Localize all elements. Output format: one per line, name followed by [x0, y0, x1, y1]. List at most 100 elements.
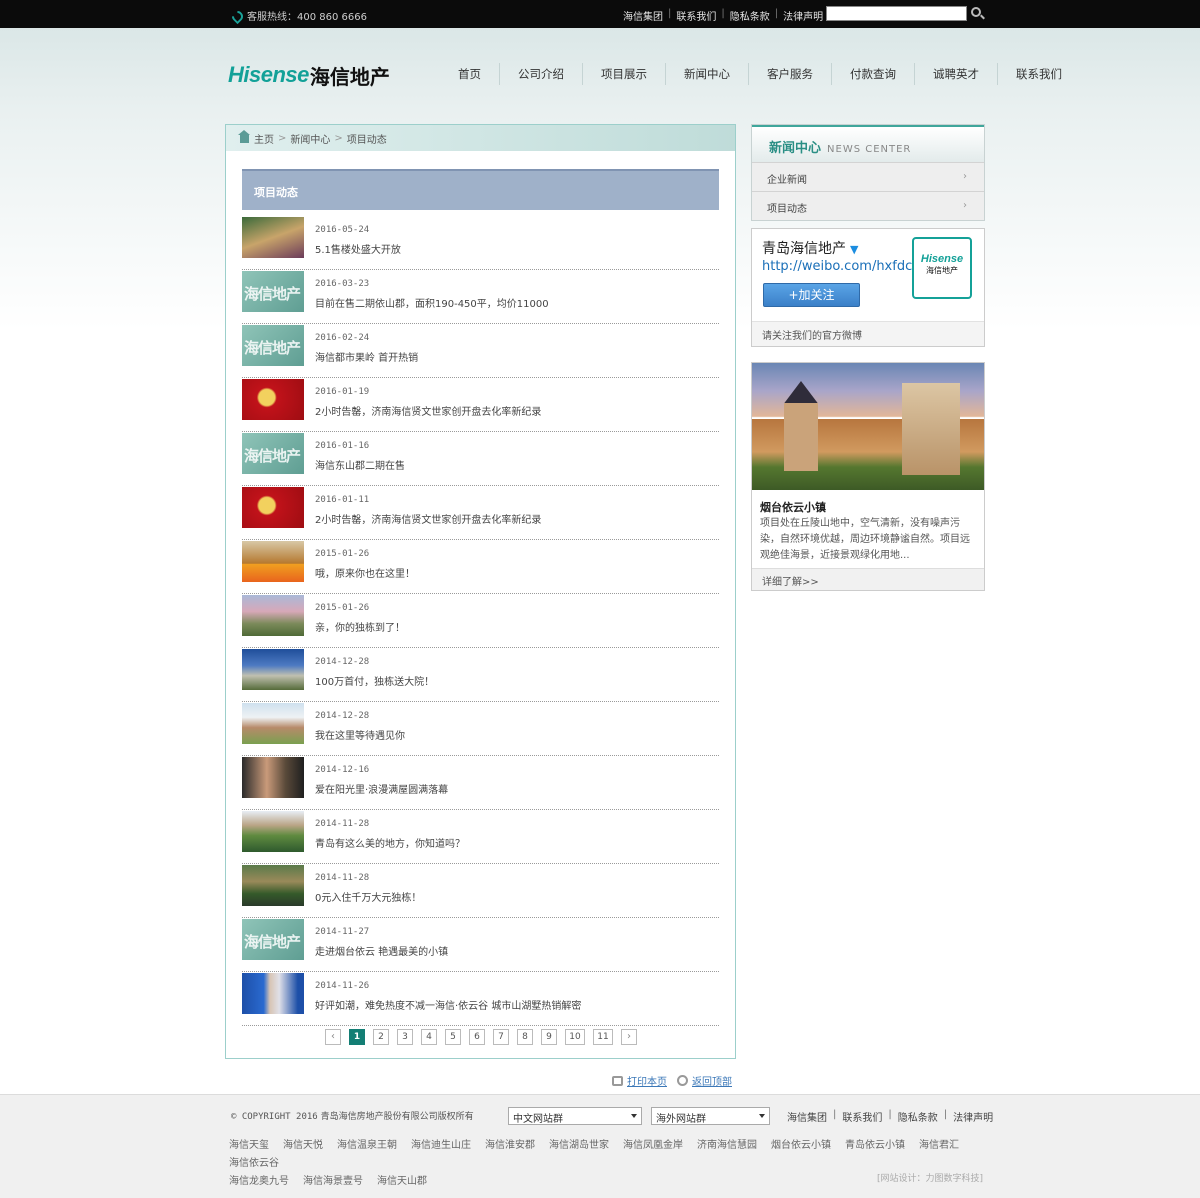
news-title-link[interactable]: 100万首付，独栋送大院！: [315, 673, 434, 688]
news-thumbnail[interactable]: [242, 973, 304, 1014]
follow-button[interactable]: +加关注: [763, 283, 860, 307]
news-row[interactable]: 2016-01-19 2小时告罄，济南海信贤文世家创开盘去化率新纪录: [242, 378, 719, 432]
news-thumbnail[interactable]: [242, 757, 304, 798]
news-row[interactable]: 2015-01-26 哦，原来你也在这里！: [242, 540, 719, 594]
news-title-link[interactable]: 爱在阳光里·浪漫满屋圆满落幕: [315, 781, 448, 796]
pager-page-3[interactable]: 3: [397, 1029, 413, 1045]
footer-link-group[interactable]: 海信集团: [787, 1109, 827, 1124]
news-thumbnail[interactable]: [242, 271, 304, 312]
top-link-group[interactable]: 海信集团: [623, 8, 663, 23]
news-row[interactable]: 2014-12-16 爱在阳光里·浪漫满屋圆满落幕: [242, 756, 719, 810]
chinese-sites-select[interactable]: 中文网站群: [508, 1107, 642, 1125]
pager-prev-button[interactable]: ‹: [325, 1029, 341, 1045]
news-title-link[interactable]: 哦，原来你也在这里！: [315, 565, 415, 580]
sidebar-item-company-news[interactable]: 企业新闻 ›: [752, 162, 984, 191]
news-thumbnail[interactable]: [242, 541, 304, 582]
sidebar-item-project-news[interactable]: 项目动态 ›: [752, 191, 984, 220]
project-link[interactable]: 海信温泉王朝: [337, 1140, 397, 1151]
project-link[interactable]: 海信凤凰金岸: [623, 1140, 683, 1151]
footer-link-contact[interactable]: 联系我们: [842, 1109, 882, 1124]
footer-link-legal[interactable]: 法律声明: [953, 1109, 993, 1124]
nav-news[interactable]: 新闻中心: [665, 63, 748, 85]
news-title-link[interactable]: 5.1售楼处盛大开放: [315, 241, 401, 256]
news-thumbnail[interactable]: [242, 379, 304, 420]
news-row[interactable]: 2015-01-26 亲，你的独栋到了！: [242, 594, 719, 648]
site-logo[interactable]: Hisense 海信地产: [228, 60, 390, 90]
project-link[interactable]: 海信君汇: [919, 1140, 959, 1151]
weibo-avatar[interactable]: Hisense 海信地产: [912, 237, 972, 299]
news-thumbnail[interactable]: [242, 865, 304, 906]
top-link-contact[interactable]: 联系我们: [676, 8, 716, 23]
news-row[interactable]: 2014-11-27 走进烟台依云 艳遇最美的小镇: [242, 918, 719, 972]
news-title-link[interactable]: 海信东山郡二期在售: [315, 457, 405, 472]
pager-page-1[interactable]: 1: [349, 1029, 365, 1045]
nav-projects[interactable]: 项目展示: [582, 63, 665, 85]
project-link[interactable]: 海信龙奥九号: [229, 1176, 289, 1187]
news-thumbnail[interactable]: [242, 703, 304, 744]
news-title-link[interactable]: 2小时告罄，济南海信贤文世家创开盘去化率新纪录: [315, 403, 541, 418]
pager-page-8[interactable]: 8: [517, 1029, 533, 1045]
project-link[interactable]: 海信天玺: [229, 1140, 269, 1151]
search-input[interactable]: [826, 6, 967, 21]
breadcrumb-current[interactable]: 项目动态: [347, 131, 387, 146]
nav-payment[interactable]: 付款查询: [831, 63, 914, 85]
pager-page-4[interactable]: 4: [421, 1029, 437, 1045]
news-row[interactable]: 2014-11-26 好评如潮，难免热度不减一海信·依云谷 城市山湖墅热销解密: [242, 972, 719, 1026]
news-thumbnail[interactable]: [242, 217, 304, 258]
news-title-link[interactable]: 海信都市果岭 首开热销: [315, 349, 418, 364]
news-thumbnail[interactable]: [242, 649, 304, 690]
weibo-account[interactable]: 青岛海信地产 ▼: [762, 238, 858, 258]
project-link[interactable]: 海信依云谷: [229, 1158, 279, 1169]
project-link[interactable]: 海信海景壹号: [303, 1176, 363, 1187]
pager-page-6[interactable]: 6: [469, 1029, 485, 1045]
breadcrumb-news[interactable]: 新闻中心: [290, 131, 330, 146]
news-title-link[interactable]: 我在这里等待遇见你: [315, 727, 405, 742]
pager-page-9[interactable]: 9: [541, 1029, 557, 1045]
news-row[interactable]: 2016-01-16 海信东山郡二期在售: [242, 432, 719, 486]
news-title-link[interactable]: 走进烟台依云 艳遇最美的小镇: [315, 943, 448, 958]
nav-home[interactable]: 首页: [440, 63, 499, 85]
news-thumbnail[interactable]: [242, 811, 304, 852]
news-title-link[interactable]: 青岛有这么美的地方，你知道吗？: [315, 835, 465, 850]
pager-page-7[interactable]: 7: [493, 1029, 509, 1045]
news-row[interactable]: 2014-12-28 我在这里等待遇见你: [242, 702, 719, 756]
news-thumbnail[interactable]: [242, 595, 304, 636]
project-more-link[interactable]: 详细了解>>: [752, 568, 984, 590]
back-to-top-link[interactable]: 返回顶部: [677, 1073, 732, 1088]
pager-next-button[interactable]: ›: [621, 1029, 637, 1045]
top-link-privacy[interactable]: 隐私条款: [730, 8, 770, 23]
pager-page-10[interactable]: 10: [565, 1029, 585, 1045]
project-link[interactable]: 海信天山郡: [377, 1176, 427, 1187]
project-link[interactable]: 济南海信慧园: [697, 1140, 757, 1151]
pager-page-2[interactable]: 2: [373, 1029, 389, 1045]
news-row[interactable]: 2016-01-11 2小时告罄，济南海信贤文世家创开盘去化率新纪录: [242, 486, 719, 540]
nav-careers[interactable]: 诚聘英才: [914, 63, 997, 85]
news-thumbnail[interactable]: [242, 433, 304, 474]
search-icon[interactable]: [971, 7, 981, 17]
project-link[interactable]: 海信天悦: [283, 1140, 323, 1151]
nav-service[interactable]: 客户服务: [748, 63, 831, 85]
news-row[interactable]: 2016-05-24 5.1售楼处盛大开放: [242, 216, 719, 270]
news-title-link[interactable]: 亲，你的独栋到了！: [315, 619, 405, 634]
project-link[interactable]: 烟台依云小镇: [771, 1140, 831, 1151]
pager-page-5[interactable]: 5: [445, 1029, 461, 1045]
news-row[interactable]: 2014-11-28 0元入住千万大元独栋！: [242, 864, 719, 918]
project-image[interactable]: [752, 363, 984, 490]
print-link[interactable]: 打印本页: [612, 1073, 667, 1088]
project-link[interactable]: 青岛依云小镇: [845, 1140, 905, 1151]
weibo-url[interactable]: http://weibo.com/hxfdc: [762, 259, 912, 274]
news-row[interactable]: 2016-02-24 海信都市果岭 首开热销: [242, 324, 719, 378]
news-thumbnail[interactable]: [242, 919, 304, 960]
project-link[interactable]: 海信湖岛世家: [549, 1140, 609, 1151]
news-thumbnail[interactable]: [242, 325, 304, 366]
news-title-link[interactable]: 2小时告罄，济南海信贤文世家创开盘去化率新纪录: [315, 511, 541, 526]
nav-about[interactable]: 公司介绍: [499, 63, 582, 85]
project-link[interactable]: 海信迪生山庄: [411, 1140, 471, 1151]
pager-page-11[interactable]: 11: [593, 1029, 613, 1045]
top-link-legal[interactable]: 法律声明: [783, 8, 823, 23]
project-link[interactable]: 海信淮安郡: [485, 1140, 535, 1151]
news-row[interactable]: 2014-11-28 青岛有这么美的地方，你知道吗？: [242, 810, 719, 864]
news-thumbnail[interactable]: [242, 487, 304, 528]
nav-contact[interactable]: 联系我们: [997, 63, 1080, 85]
overseas-sites-select[interactable]: 海外网站群: [651, 1107, 770, 1125]
